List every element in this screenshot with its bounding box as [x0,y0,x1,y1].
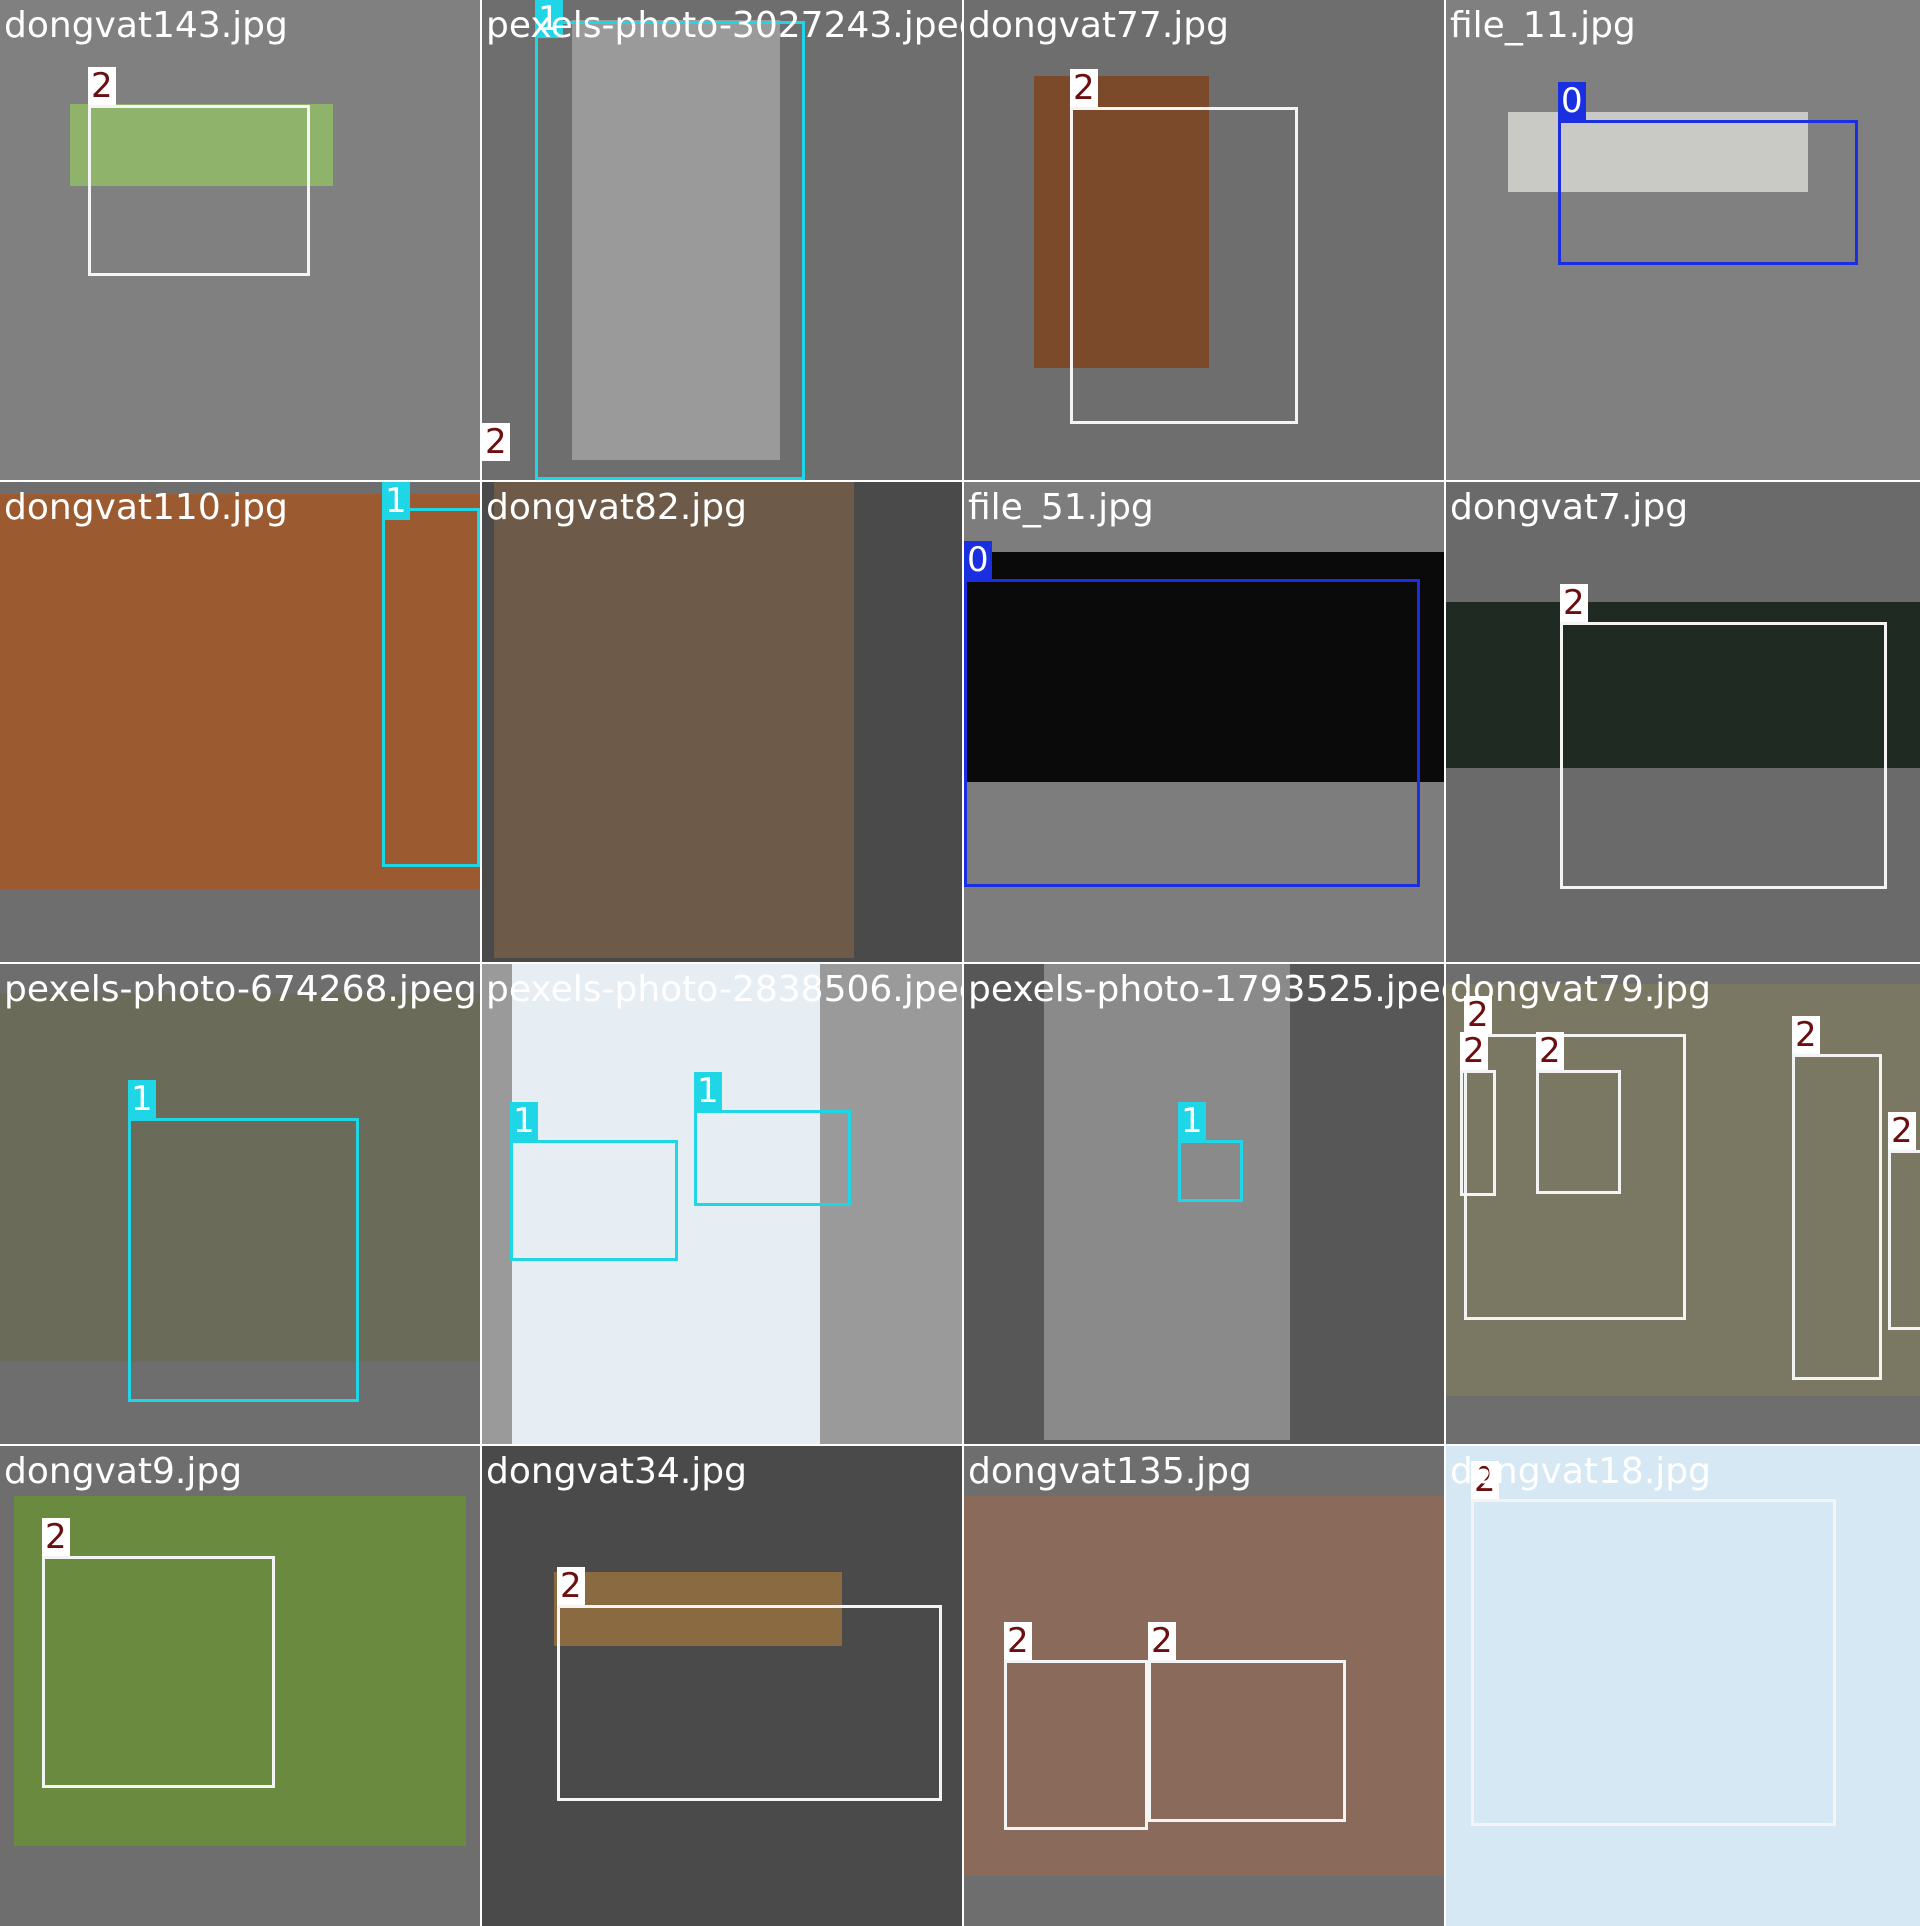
mosaic-tile: 2 dongvat18.jpg [1446,1446,1920,1926]
image-filename: dongvat110.jpg [4,487,288,528]
class-label: 2 [1888,1112,1916,1150]
class-label: 2 [1148,1622,1176,1660]
image-filename: pexels-photo-674268.jpeg [4,969,477,1010]
image-filename: dongvat143.jpg [4,5,288,46]
bounding-box [382,508,480,867]
mosaic-tile: 2 dongvat77.jpg [964,0,1444,480]
bounding-box [1792,1054,1882,1380]
mosaic-tile: 1 pexels-photo-1793525.jpeg [964,964,1444,1444]
class-label: 2 [1560,584,1588,622]
bounding-box [557,1605,942,1801]
class-label: 2 [482,423,510,461]
bounding-box [128,1118,359,1402]
image-filename: dongvat77.jpg [968,5,1229,46]
class-label: 1 [382,482,410,520]
bounding-box [510,1140,678,1261]
mosaic-tile: 2 dongvat7.jpg [1446,482,1920,962]
mosaic-tile: 2 2 2 2 2 dongvat79.jpg [1446,964,1920,1444]
bounding-box [1560,622,1887,889]
image-filename: file_11.jpg [1450,5,1636,46]
bounding-box [1471,1499,1836,1826]
class-label: 2 [1004,1622,1032,1660]
class-label: 2 [1460,1032,1488,1070]
image-filename: pexels-photo-3027243.jpeg [486,5,962,46]
class-label: 0 [1558,82,1586,120]
image-filename: dongvat135.jpg [968,1451,1252,1492]
bounding-box [1004,1660,1148,1830]
mosaic-tile: 2 dongvat34.jpg [482,1446,962,1926]
bounding-box [42,1556,275,1788]
image-filename: file_51.jpg [968,487,1154,528]
bounding-box [1536,1070,1621,1194]
class-label: 1 [128,1080,156,1118]
image-filename: dongvat82.jpg [486,487,747,528]
bounding-box [535,21,805,480]
image-filename: dongvat9.jpg [4,1451,243,1492]
mosaic-tile: 2 dongvat143.jpg [0,0,480,480]
bounding-box [964,579,1420,887]
mosaic-tile: dongvat82.jpg [482,482,962,962]
class-label: 1 [510,1102,538,1140]
mosaic-tile: 1 2 pexels-photo-3027243.jpeg [482,0,962,480]
black-duck-photo [494,482,854,958]
class-label: 1 [1178,1102,1206,1140]
bounding-box [694,1110,851,1206]
mosaic-tile: 1 1 pexels-photo-2838506.jpeg [482,964,962,1444]
foggy-mountain-photo [1044,964,1290,1440]
bounding-box [1888,1150,1920,1330]
class-label: 0 [964,541,992,579]
bounding-box [1460,1070,1496,1196]
bounding-box [88,105,310,276]
bounding-box [1178,1140,1243,1202]
class-label: 1 [694,1072,722,1110]
bounding-box [1070,107,1298,424]
class-label: 2 [88,67,116,105]
mosaic-tile: 2 2 dongvat135.jpg [964,1446,1444,1926]
image-filename: dongvat7.jpg [1450,487,1689,528]
image-filename: dongvat18.jpg [1450,1451,1711,1492]
class-label: 2 [1792,1016,1820,1054]
mosaic-tile: 0 file_11.jpg [1446,0,1920,480]
mosaic-tile: 2 dongvat9.jpg [0,1446,480,1926]
annotation-grid: 2 dongvat143.jpg 1 2 pexels-photo-3027243.jp… [0,0,1920,1926]
class-label: 2 [42,1518,70,1556]
image-filename: pexels-photo-2838506.jpeg [486,969,962,1010]
class-label: 2 [1536,1032,1564,1070]
image-filename: pexels-photo-1793525.jpeg [968,969,1444,1010]
class-label: 2 [1070,69,1098,107]
image-filename: dongvat79.jpg [1450,969,1711,1010]
image-filename: dongvat34.jpg [486,1451,747,1492]
mosaic-tile: 1 pexels-photo-674268.jpeg [0,964,480,1444]
mosaic-tile: 0 file_51.jpg [964,482,1444,962]
bounding-box [1558,120,1858,265]
bounding-box [1148,1660,1346,1822]
class-label: 2 [557,1567,585,1605]
mosaic-tile: 1 dongvat110.jpg [0,482,480,962]
